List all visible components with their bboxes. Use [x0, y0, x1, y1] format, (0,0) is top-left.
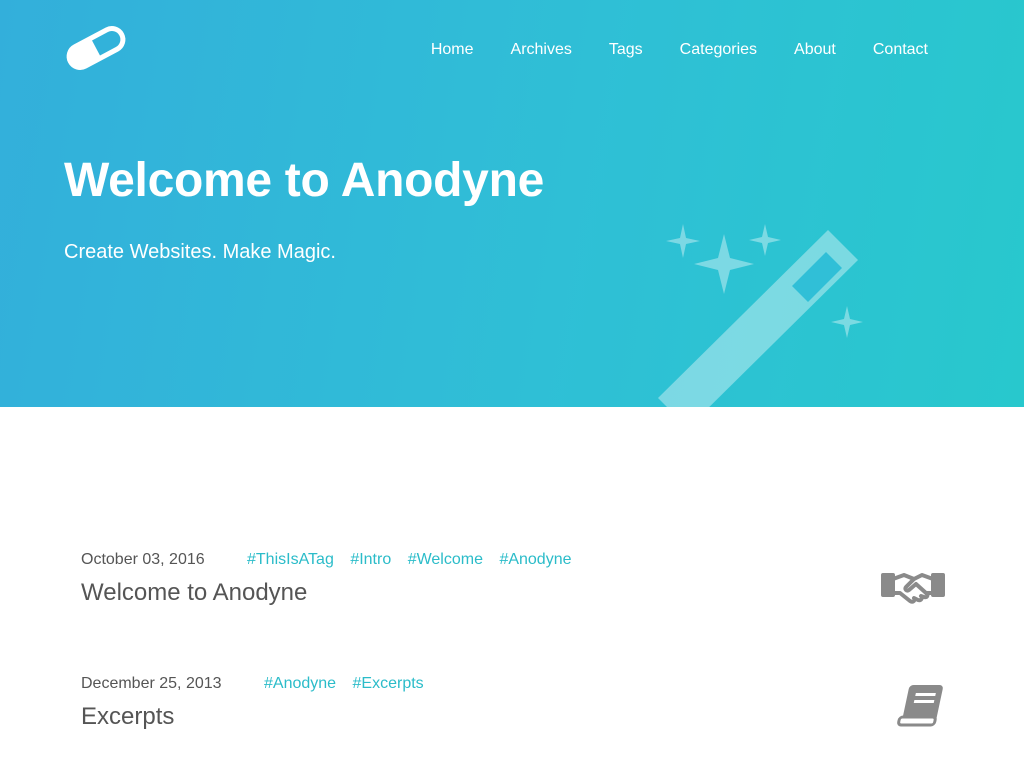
nav-contact[interactable]: Contact	[873, 40, 928, 60]
nav-archives[interactable]: Archives	[511, 40, 572, 60]
nav-home[interactable]: Home	[431, 40, 474, 60]
tag-link[interactable]: #Anodyne	[264, 675, 336, 692]
post-date: October 03, 2016	[81, 551, 205, 568]
post-tags: #ThisIsATag #Intro #Welcome #Anodyne	[247, 551, 584, 569]
post-list: October 03, 2016 #ThisIsATag #Intro #Wel…	[0, 407, 1024, 768]
nav-about[interactable]: About	[794, 40, 836, 60]
hero-banner: Home Archives Tags Categories About Cont…	[0, 0, 1024, 407]
tag-link[interactable]: #Welcome	[408, 551, 483, 568]
post-date: December 25, 2013	[81, 675, 222, 692]
post-title[interactable]: Excerpts	[81, 703, 946, 731]
nav-tags[interactable]: Tags	[609, 40, 643, 60]
book-icon	[897, 685, 943, 727]
hero-title: Welcome to Anodyne	[64, 154, 544, 207]
post-meta: December 25, 2013 #Anodyne #Excerpts	[81, 675, 946, 697]
tag-link[interactable]: #Anodyne	[499, 551, 571, 568]
tag-link[interactable]: #Excerpts	[353, 675, 424, 692]
post-item: October 03, 2016 #ThisIsATag #Intro #Wel…	[81, 551, 946, 621]
hero-subtitle: Create Websites. Make Magic.	[64, 241, 336, 263]
handshake-icon	[881, 573, 945, 604]
post-title[interactable]: Welcome to Anodyne	[81, 579, 946, 607]
post-tags: #Anodyne #Excerpts	[264, 675, 436, 693]
pill-icon[interactable]	[63, 22, 129, 74]
main-nav: Home Archives Tags Categories About Cont…	[394, 40, 928, 60]
tag-link[interactable]: #ThisIsATag	[247, 551, 334, 568]
nav-categories[interactable]: Categories	[680, 40, 757, 60]
tag-link[interactable]: #Intro	[350, 551, 391, 568]
post-meta: October 03, 2016 #ThisIsATag #Intro #Wel…	[81, 551, 946, 573]
magic-wand-icon	[658, 224, 863, 407]
post-item: December 25, 2013 #Anodyne #Excerpts Exc…	[81, 675, 946, 745]
